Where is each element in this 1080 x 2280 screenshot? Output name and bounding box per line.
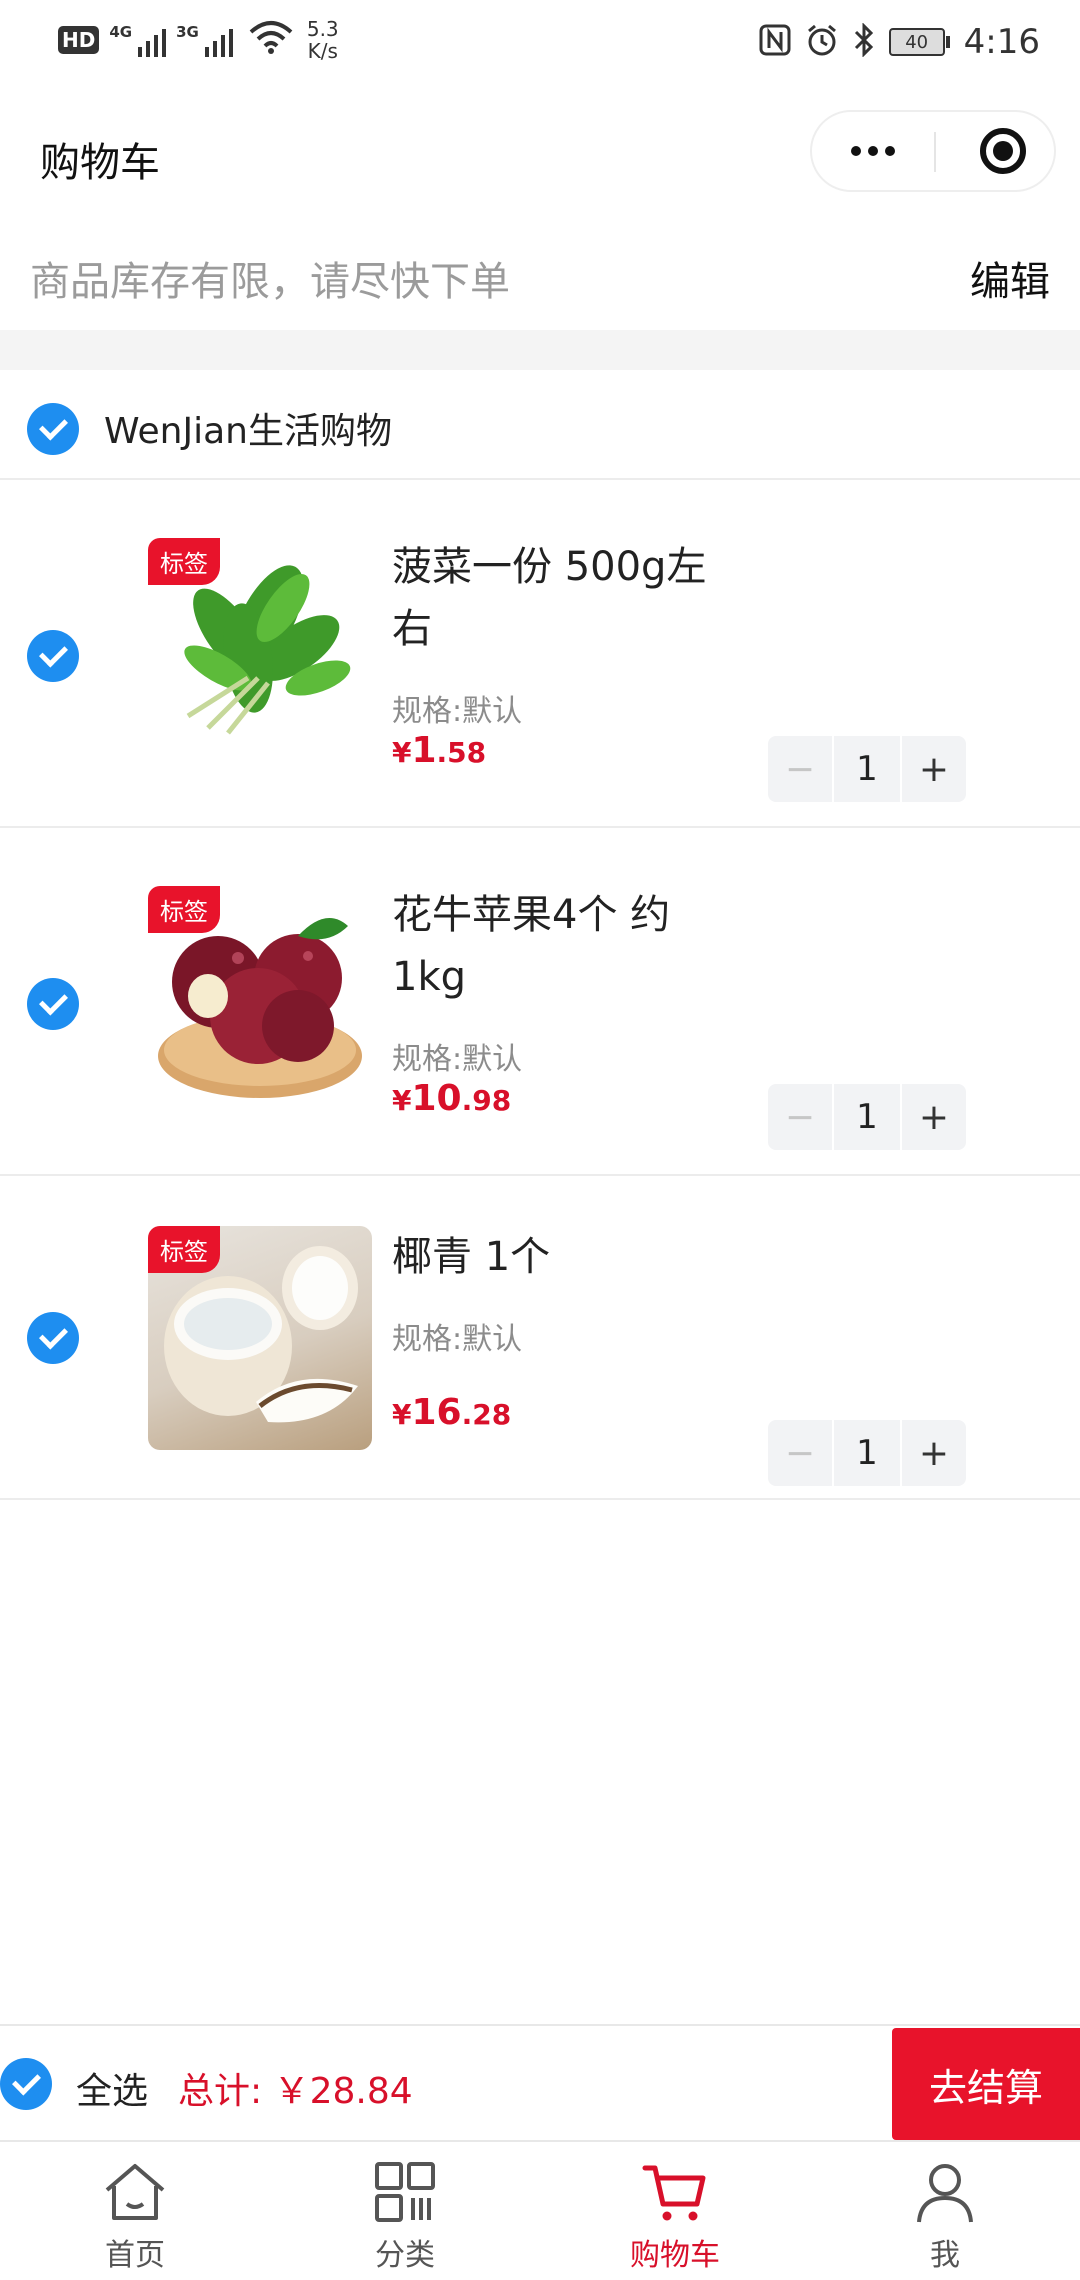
bluetooth-icon	[853, 21, 875, 62]
tab-label: 首页	[105, 2238, 165, 2273]
title-bar: 购物车	[0, 100, 1080, 210]
product-name[interactable]: 椰青 1个	[392, 1226, 722, 1288]
decrease-quantity-button[interactable]: −	[768, 736, 832, 802]
shop-row: WenJian生活购物	[0, 380, 1080, 480]
increase-quantity-button[interactable]: +	[902, 736, 966, 802]
clock: 4:16	[963, 22, 1040, 62]
signal-4g-icon: 4G	[109, 23, 167, 57]
tab-label: 购物车	[630, 2238, 720, 2273]
increase-quantity-button[interactable]: +	[902, 1084, 966, 1150]
quantity-stepper: − 1 +	[768, 1420, 970, 1486]
category-grid-icon	[375, 2162, 435, 2222]
shop-checkbox[interactable]	[27, 403, 79, 455]
product-spec: 规格:默认	[392, 1042, 523, 1077]
item-checkbox[interactable]	[27, 630, 79, 682]
product-price: ¥10.98	[392, 1078, 512, 1119]
wifi-icon	[249, 20, 293, 60]
nfc-icon	[759, 24, 791, 61]
quantity-stepper: − 1 +	[768, 736, 970, 802]
battery-icon: 40	[888, 28, 950, 56]
home-icon	[105, 2164, 165, 2220]
alarm-icon	[805, 23, 839, 62]
quantity-stepper: − 1 +	[768, 1084, 970, 1150]
product-price: ¥1.58	[392, 730, 487, 771]
product-spec: 规格:默认	[392, 694, 523, 729]
product-tag: 标签	[148, 538, 220, 585]
network-speed: 5.3 K/s	[306, 17, 339, 63]
checkout-button[interactable]: 去结算	[892, 2028, 1080, 2140]
select-all-label[interactable]: 全选	[76, 2062, 148, 2114]
capsule-divider	[934, 132, 936, 172]
decrease-quantity-button[interactable]: −	[768, 1420, 832, 1486]
quantity-value[interactable]: 1	[834, 1084, 900, 1150]
tab-category[interactable]: 分类	[270, 2144, 540, 2280]
cart-icon	[642, 2165, 706, 2221]
status-right: 40 4:16	[759, 21, 1040, 62]
miniprogram-capsule	[810, 110, 1056, 192]
cart-item: 标签 花牛苹果4个 约1kg 规格:默认 ¥10.98 − 1 +	[0, 830, 1080, 1176]
item-checkbox[interactable]	[27, 1312, 79, 1364]
stock-notice: 商品库存有限，请尽快下单	[30, 259, 510, 305]
section-divider	[0, 330, 1080, 370]
tab-cart[interactable]: 购物车	[540, 2144, 810, 2280]
hd-icon: HD	[58, 26, 100, 54]
tab-home[interactable]: 首页	[0, 2144, 270, 2280]
product-price: ¥16.28	[392, 1392, 512, 1433]
cart-page: HD 4G 3G 5.3 K/s 40 4:16 购物车 商品库存有限，请尽快下…	[0, 0, 1080, 2280]
close-miniprogram-icon[interactable]	[980, 128, 1026, 174]
product-image-spinach[interactable]: 标签	[148, 538, 372, 762]
quantity-value[interactable]: 1	[834, 736, 900, 802]
product-image-coconut[interactable]: 标签	[148, 1226, 372, 1450]
total-price: 总计: ￥28.84	[178, 2071, 413, 2112]
increase-quantity-button[interactable]: +	[902, 1420, 966, 1486]
user-icon	[917, 2164, 973, 2223]
status-bar: HD 4G 3G 5.3 K/s 40 4:16	[0, 0, 1080, 92]
product-name[interactable]: 花牛苹果4个 约1kg	[392, 884, 722, 1008]
tab-me[interactable]: 我	[810, 2144, 1080, 2280]
tab-label: 我	[930, 2238, 960, 2273]
item-checkbox[interactable]	[27, 978, 79, 1030]
notice-bar: 商品库存有限，请尽快下单 编辑	[0, 225, 1080, 325]
page-title: 购物车	[40, 140, 160, 186]
signal-3g-icon: 3G	[176, 23, 233, 57]
checkout-summary-bar: 全选 总计: ￥28.84 去结算	[0, 2024, 1080, 2142]
product-tag: 标签	[148, 1226, 220, 1273]
bottom-tab-bar: 首页 分类 购物车 我	[0, 2144, 1080, 2280]
product-tag: 标签	[148, 886, 220, 933]
decrease-quantity-button[interactable]: −	[768, 1084, 832, 1150]
cart-item: 标签 椰青 1个 规格:默认 ¥16.28 − 1 +	[0, 1178, 1080, 1500]
quantity-value[interactable]: 1	[834, 1420, 900, 1486]
product-image-apple[interactable]: 标签	[148, 886, 372, 1110]
tab-label: 分类	[375, 2238, 435, 2273]
status-left: HD 4G 3G 5.3 K/s	[58, 18, 339, 62]
product-name[interactable]: 菠菜一份 500g左右	[392, 536, 722, 660]
edit-button[interactable]: 编辑	[970, 249, 1050, 307]
more-options-icon[interactable]	[812, 112, 934, 190]
select-all-checkbox[interactable]	[0, 2058, 52, 2110]
product-spec: 规格:默认	[392, 1322, 523, 1357]
shop-name: WenJian生活购物	[104, 411, 392, 452]
cart-item: 标签 菠菜一份 500g左右 规格:默认 ¥1.58 − 1 +	[0, 482, 1080, 828]
